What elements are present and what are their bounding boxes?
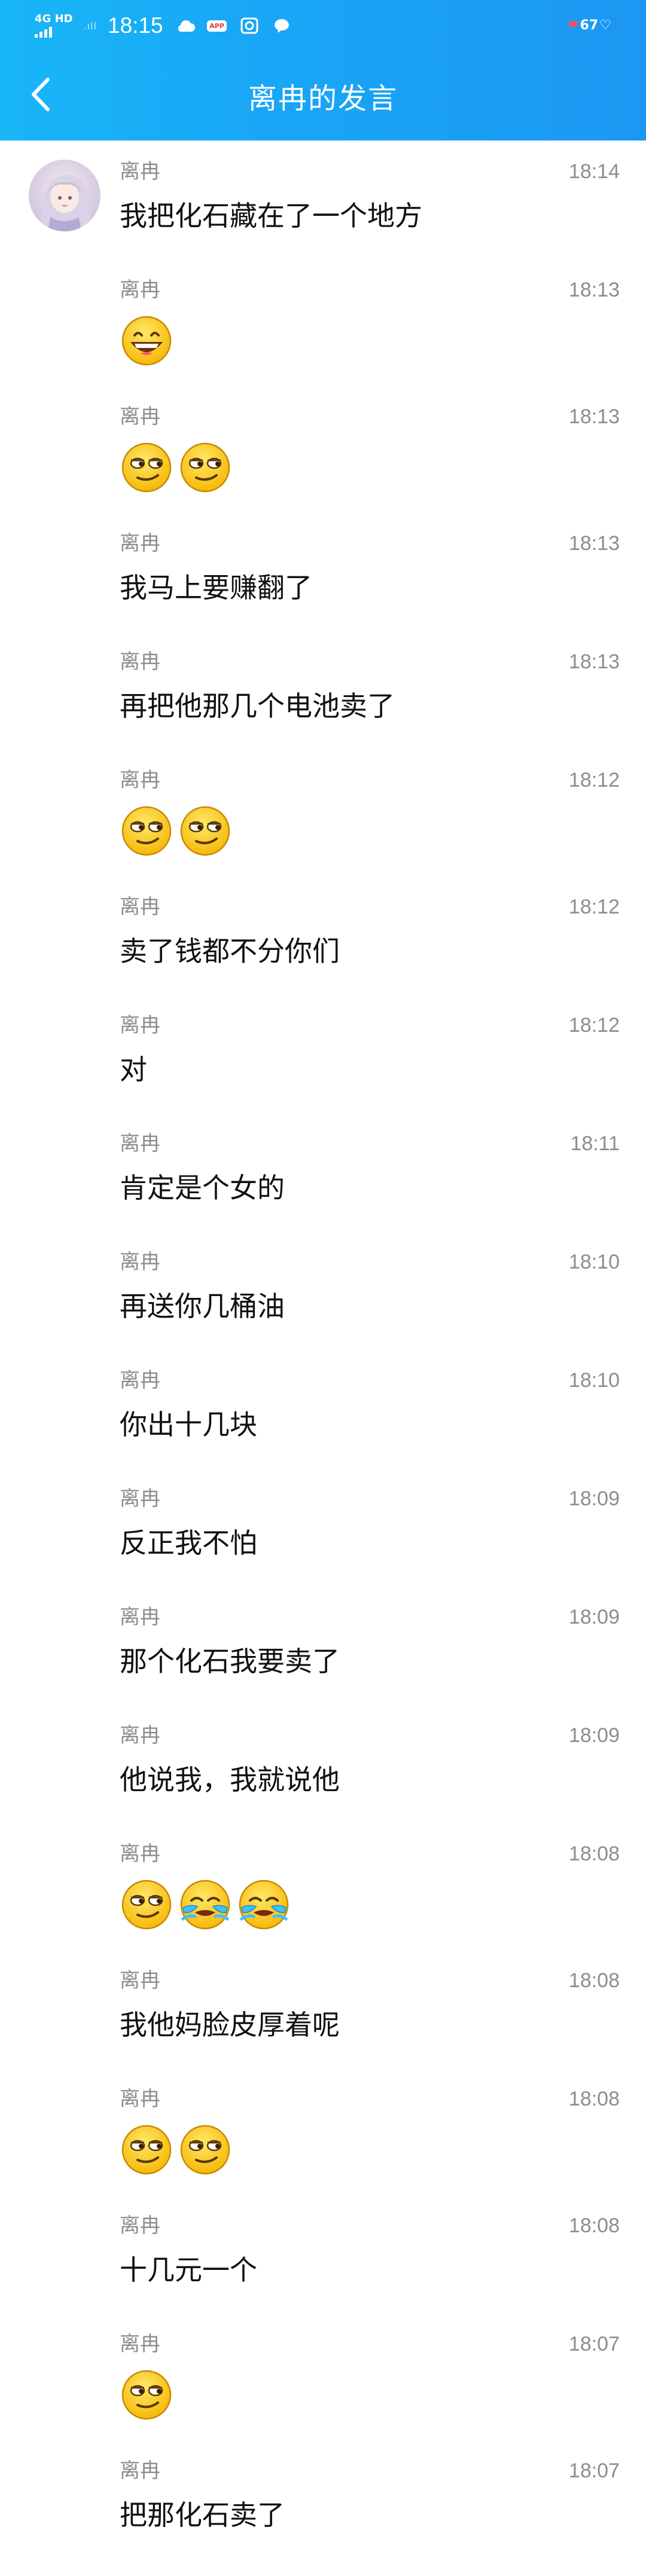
status-time: 18:15 [108,13,163,38]
message-time: 18:10 [568,1251,620,1273]
message-text: 他说我，我就说他 [120,1764,340,1796]
status-right: ❤ 67 ♡ [568,13,611,37]
header: 4G HD .ıll 18:15 APP ❤ 67 ♡ 离冉的发言 [0,0,646,140]
page-title: 离冉的发言 [248,82,398,115]
sender-name: 离冉 [120,2087,160,2111]
nav-bar: 离冉的发言 [0,51,646,140]
message-time: 18:12 [568,769,620,792]
smirk-emoji-icon [178,804,232,858]
status-left: 4G HD .ıll 18:15 APP [35,11,292,41]
message-time: 18:12 [568,1014,620,1037]
sender-name: 离冉 [120,1842,160,1866]
network-label: 4G HD [35,13,73,25]
emoji-row [120,2368,173,2423]
message-text: 那个化石我要卖了 [120,1645,340,1677]
sender-name: 离冉 [120,531,160,555]
signal-icon [35,27,73,38]
avatar[interactable] [29,160,100,231]
smirk-emoji-icon [178,441,232,494]
smirk-emoji-icon [178,2123,232,2177]
message-time: 18:08 [568,1969,620,1992]
message-text: 对 [120,1053,147,1086]
battery-indicator: ❤ 67 ♡ [568,18,611,33]
battery-level: 67 [580,17,599,33]
chat-bubble-icon [271,17,292,35]
emoji-row [120,314,173,369]
camera-icon [239,17,260,35]
sender-name: 离冉 [120,2459,160,2483]
message-text: 我把化石藏在了一个地方 [120,200,422,232]
message-time: 18:11 [570,1132,620,1155]
emoji-row [120,804,232,859]
message-time: 18:14 [568,160,620,183]
grin-emoji-icon [120,314,173,368]
message-text: 卖了钱都不分你们 [120,935,340,967]
sender-name: 离冉 [120,1250,160,1274]
sender-name: 离冉 [120,650,160,674]
sender-name: 离冉 [120,2332,160,2356]
sender-name: 离冉 [120,1605,160,1629]
network-indicator: 4G HD [35,14,73,38]
smirk-emoji-icon [120,2368,173,2422]
smirk-emoji-icon [120,441,173,494]
sender-name: 离冉 [120,1969,160,1993]
sender-name: 离冉 [120,1368,160,1392]
message-time: 18:13 [568,532,620,555]
sender-name: 离冉 [120,160,160,184]
sender-name: 离冉 [120,1132,160,1156]
message-time: 18:09 [568,1487,620,1510]
cloud-icon [174,17,196,35]
smirk-emoji-icon [120,1878,173,1932]
cry-emoji-icon [178,1878,232,1932]
sender-name: 离冉 [120,278,160,302]
sender-name: 离冉 [120,1487,160,1511]
message-text: 把那化石卖了 [120,2499,285,2531]
message-time: 18:09 [568,1724,620,1747]
message-time: 18:12 [568,896,620,918]
message-text: 我马上要赚翻了 [120,572,312,604]
sender-name: 离冉 [120,2214,160,2238]
sender-name: 离冉 [120,768,160,792]
smirk-emoji-icon [120,2123,173,2177]
message-time: 18:08 [568,2214,620,2237]
status-bar: 4G HD .ıll 18:15 APP ❤ 67 ♡ [0,0,646,51]
sender-name: 离冉 [120,895,160,919]
sender-name: 离冉 [120,1724,160,1747]
message-text: 反正我不怕 [120,1527,257,1559]
message-time: 18:13 [568,405,620,428]
cry-emoji-icon [237,1878,291,1932]
message-text: 你出十几块 [120,1408,257,1441]
message-time: 18:08 [568,2088,620,2110]
smirk-emoji-icon [120,804,173,858]
heart-outline-icon: ♡ [599,17,611,33]
wifi-signal-icon: .ıll [83,20,97,32]
message-text: 十几元一个 [120,2254,257,2286]
message-time: 18:10 [568,1369,620,1392]
sender-name: 离冉 [120,405,160,429]
message-text: 肯定是个女的 [120,1172,285,1204]
emoji-row [120,1878,291,1933]
message-time: 18:07 [568,2459,620,2482]
emoji-row [120,441,232,496]
emoji-row [120,2123,232,2178]
message-text: 再送你几桶油 [120,1290,285,1322]
message-time: 18:13 [568,650,620,673]
message-text: 我他妈脸皮厚着呢 [120,2009,340,2041]
app-badge-icon: APP [206,17,228,35]
message-text: 再把他那几个电池卖了 [120,690,395,722]
message-time: 18:13 [568,279,620,301]
heart-icon: ❤ [568,17,579,33]
sender-name: 离冉 [120,1013,160,1037]
message-time: 18:08 [568,1842,620,1865]
message-time: 18:09 [568,1606,620,1628]
message-time: 18:07 [568,2333,620,2355]
